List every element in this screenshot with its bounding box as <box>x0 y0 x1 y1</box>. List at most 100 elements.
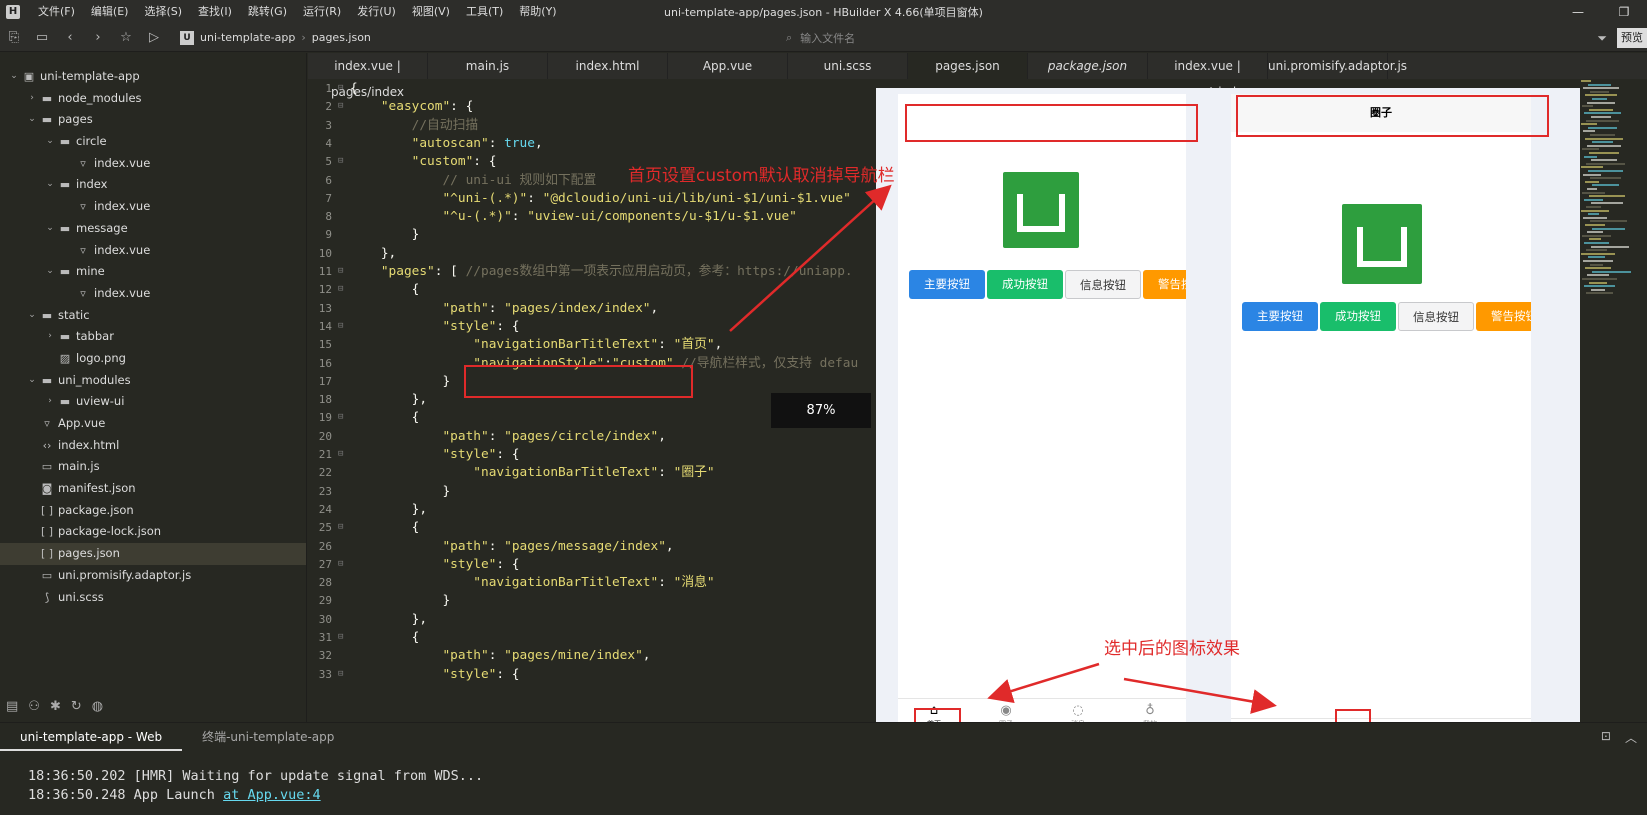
menu-item[interactable]: 编辑(E) <box>83 0 137 24</box>
breadcrumb-file[interactable]: pages.json <box>312 31 371 44</box>
tree-item[interactable]: › ▬ tabbar <box>0 326 306 348</box>
tree-item[interactable]: ▿ index.vue <box>0 283 306 305</box>
info-button[interactable]: 信息按钮 <box>1065 270 1141 299</box>
menu-item[interactable]: 工具(T) <box>458 0 511 24</box>
info-button[interactable]: 信息按钮 <box>1398 302 1474 331</box>
tree-item[interactable]: [ ] pages.json <box>0 543 306 565</box>
tab-web-console[interactable]: uni-template-app - Web <box>0 723 183 751</box>
editor-tab[interactable]: pages.json <box>908 53 1028 79</box>
success-button[interactable]: 成功按钮 <box>987 270 1063 299</box>
editor-tab[interactable]: uni.scss <box>788 53 908 79</box>
menu-item[interactable]: 视图(V) <box>404 0 458 24</box>
tree-item[interactable]: [ ] package-lock.json <box>0 521 306 543</box>
editor-tab[interactable]: index.vue | pages/circle <box>1148 53 1268 99</box>
tree-item[interactable]: › ▬ uview-ui <box>0 391 306 413</box>
breadcrumb-project[interactable]: uni-template-app <box>200 31 295 44</box>
minimap[interactable] <box>1581 80 1631 310</box>
folder-icon[interactable]: ▤ <box>6 699 18 714</box>
fold-icon[interactable]: ⊟ <box>338 280 348 299</box>
forward-arrow-icon[interactable]: › <box>84 24 112 52</box>
tree-item[interactable]: ▭ main.js <box>0 456 306 478</box>
globe-icon[interactable]: ◍ <box>92 699 103 714</box>
editor-tab[interactable]: index.vue | pages/index <box>308 53 428 99</box>
menu-item[interactable]: 文件(F) <box>30 0 83 24</box>
editor-tab[interactable]: main.js <box>428 53 548 79</box>
chevron-icon[interactable]: › <box>44 391 56 413</box>
tree-item[interactable]: ▿ App.vue <box>0 413 306 435</box>
fold-icon[interactable]: ⊟ <box>338 262 348 281</box>
editor-tab[interactable]: package.json <box>1028 53 1148 79</box>
tree-item[interactable]: ▭ uni.promisify.adaptor.js <box>0 565 306 587</box>
source-link[interactable]: at App.vue:4 <box>223 787 321 803</box>
chevron-icon[interactable]: ⌄ <box>44 218 56 240</box>
preview-button[interactable]: 预览 <box>1617 28 1647 48</box>
fold-icon[interactable]: ⊟ <box>338 97 348 116</box>
menu-item[interactable]: 查找(I) <box>190 0 240 24</box>
success-button[interactable]: 成功按钮 <box>1320 302 1396 331</box>
star-icon[interactable]: ☆ <box>112 24 140 52</box>
tree-item[interactable]: ◙ manifest.json <box>0 478 306 500</box>
tree-item[interactable]: ⌄ ▬ index <box>0 174 306 196</box>
chevron-icon[interactable]: ⌄ <box>44 131 56 153</box>
chevron-icon[interactable]: › <box>44 326 56 348</box>
primary-button[interactable]: 主要按钮 <box>1242 302 1318 331</box>
fold-icon[interactable]: ⊟ <box>338 408 348 427</box>
menu-item[interactable]: 跳转(G) <box>240 0 295 24</box>
tab-terminal[interactable]: 终端-uni-template-app <box>182 723 354 751</box>
tree-item[interactable]: ⟆ uni.scss <box>0 587 306 609</box>
chevron-icon[interactable]: ⌄ <box>44 261 56 283</box>
tree-item[interactable]: [ ] package.json <box>0 500 306 522</box>
fold-icon[interactable]: ⊟ <box>338 518 348 537</box>
editor-tab[interactable]: index.html <box>548 53 668 79</box>
maximize-panel-icon[interactable]: ⊡ <box>1601 729 1611 746</box>
tree-item[interactable]: ⌄ ▬ mine <box>0 261 306 283</box>
restore-icon[interactable]: ❐ <box>1601 0 1647 24</box>
filter-icon[interactable]: ⏷ <box>1597 28 1607 48</box>
tree-item[interactable]: ⌄ ▬ message <box>0 218 306 240</box>
warning-button[interactable]: 警告按钮 <box>1143 270 1186 299</box>
file-search[interactable]: ⌕ 输入文件名 <box>786 28 1086 48</box>
warning-button[interactable]: 警告按钮 <box>1476 302 1531 331</box>
editor-tab[interactable]: uni.promisify.adaptor.js <box>1268 53 1407 79</box>
tree-item[interactable]: ▿ index.vue <box>0 196 306 218</box>
chevron-icon[interactable]: ⌄ <box>44 174 56 196</box>
fold-icon[interactable]: ⊟ <box>338 628 348 647</box>
fold-icon[interactable]: ⊟ <box>338 665 348 684</box>
save-icon[interactable]: ▭ <box>28 24 56 52</box>
tree-item[interactable]: ⌄ ▣ uni-template-app <box>0 66 306 88</box>
fold-icon[interactable]: ⊟ <box>338 79 348 98</box>
back-arrow-icon[interactable]: ‹ <box>56 24 84 52</box>
primary-button[interactable]: 主要按钮 <box>909 270 985 299</box>
debug-icon[interactable]: ✱ <box>50 699 61 714</box>
tree-item[interactable]: ‹› index.html <box>0 435 306 457</box>
menu-item[interactable]: 运行(R) <box>295 0 349 24</box>
fold-icon[interactable]: ⊟ <box>338 152 348 171</box>
editor-tab[interactable]: App.vue <box>668 53 788 79</box>
chevron-icon[interactable]: ⌄ <box>26 370 38 392</box>
sync-icon[interactable]: ↻ <box>71 699 82 714</box>
menu-item[interactable]: 帮助(Y) <box>511 0 564 24</box>
fold-icon[interactable]: ⊟ <box>338 317 348 336</box>
chevron-icon[interactable]: ⌄ <box>26 305 38 327</box>
tree-item[interactable]: ▿ index.vue <box>0 153 306 175</box>
tree-item[interactable]: › ▬ node_modules <box>0 88 306 110</box>
new-file-icon[interactable]: ⎘ <box>0 24 28 52</box>
tree-item[interactable]: ⌄ ▬ circle <box>0 131 306 153</box>
fold-icon[interactable]: ⊟ <box>338 555 348 574</box>
tree-item[interactable]: ⌄ ▬ pages <box>0 109 306 131</box>
tree-item[interactable]: ▿ index.vue <box>0 240 306 262</box>
plugin-icon[interactable]: ⚇ <box>28 699 40 714</box>
tree-item[interactable]: ⌄ ▬ uni_modules <box>0 370 306 392</box>
collapse-panel-icon[interactable]: ︿ <box>1625 729 1637 746</box>
menu-item[interactable]: 发行(U) <box>349 0 404 24</box>
tree-item[interactable]: ⌄ ▬ static <box>0 305 306 327</box>
chevron-icon[interactable]: ⌄ <box>8 66 20 88</box>
chevron-icon[interactable]: ⌄ <box>26 109 38 131</box>
tree-item[interactable]: ▨ logo.png <box>0 348 306 370</box>
fold-icon[interactable]: ⊟ <box>338 445 348 464</box>
menu-item[interactable]: 选择(S) <box>136 0 190 24</box>
chevron-icon[interactable]: › <box>26 88 38 110</box>
run-icon[interactable]: ▷ <box>140 24 168 52</box>
minimize-icon[interactable]: — <box>1555 0 1601 24</box>
